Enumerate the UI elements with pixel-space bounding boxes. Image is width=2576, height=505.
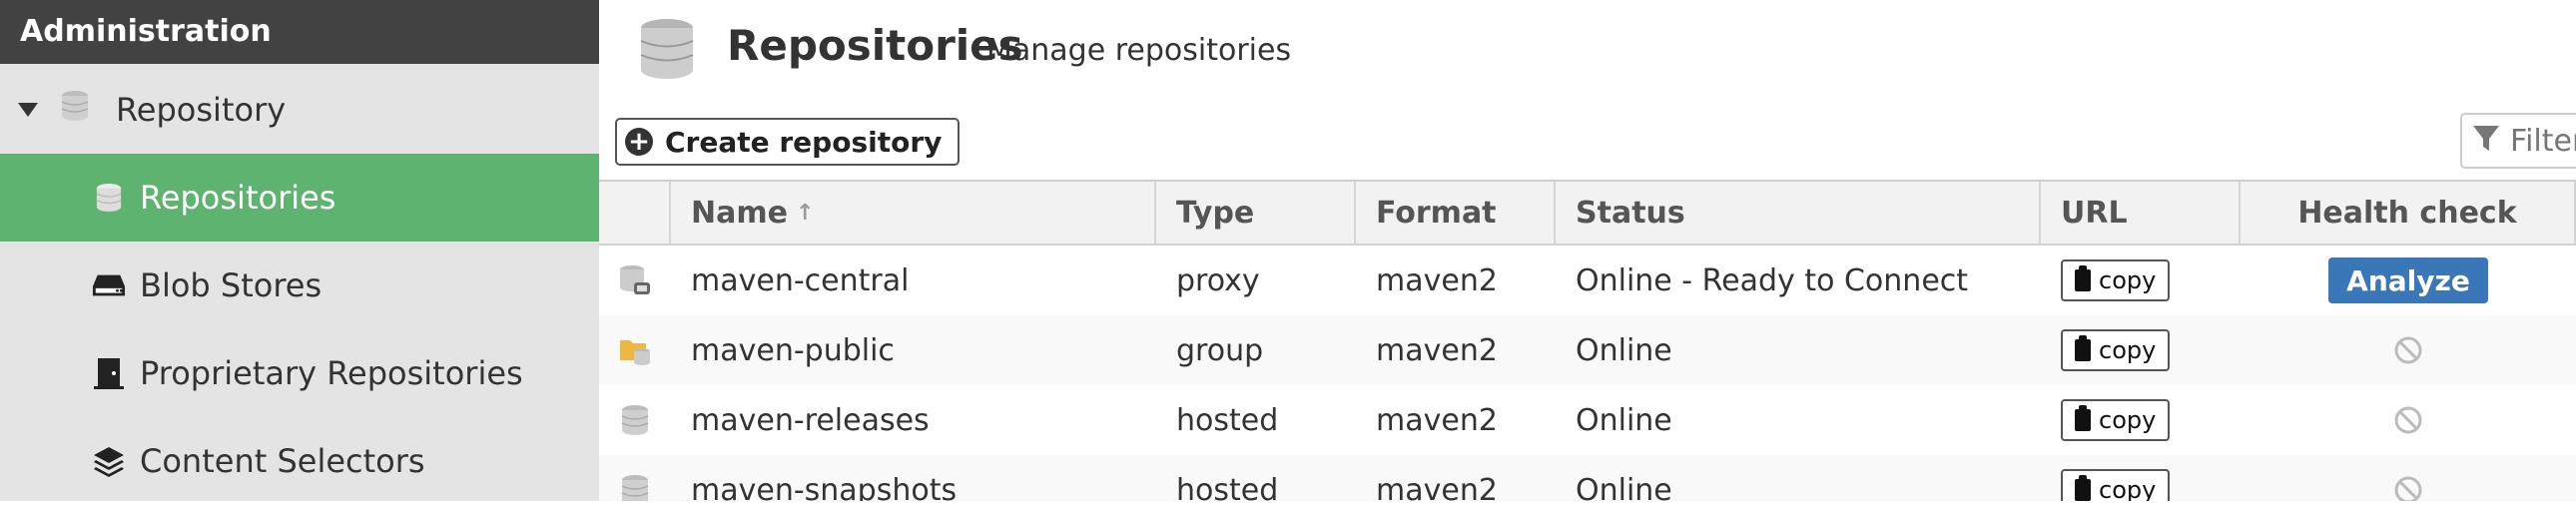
filter-field[interactable]	[2460, 113, 2576, 169]
health-check-cell	[2241, 385, 2576, 455]
column-header-name[interactable]: Name ↑	[671, 182, 1156, 244]
clipboard-icon	[2075, 335, 2091, 361]
column-header-format[interactable]: Format	[1356, 182, 1556, 244]
table-row[interactable]: maven-snapshots hosted maven2 Online cop…	[599, 455, 2576, 501]
filter-icon	[2472, 124, 2500, 158]
table-row[interactable]: maven-public group maven2 Online copy	[599, 315, 2576, 385]
plus-circle-icon: +	[625, 128, 653, 156]
layers-icon	[92, 444, 126, 478]
admin-sidebar: Administration Repository Repositories B…	[0, 0, 599, 501]
sidebar-item-content-selectors[interactable]: Content Selectors	[0, 417, 599, 505]
repo-type: group	[1176, 332, 1264, 368]
caret-down-icon[interactable]	[18, 103, 38, 117]
copy-url-button[interactable]: copy	[2061, 469, 2171, 501]
sidebar-group-repository[interactable]: Repository	[0, 66, 599, 154]
sort-ascending-icon: ↑	[795, 200, 815, 226]
repo-status: Online	[1576, 472, 1672, 502]
url-cell: copy	[2041, 385, 2241, 455]
repo-format: maven2	[1376, 472, 1498, 502]
repo-name: maven-central	[691, 262, 910, 298]
hosted-repo-icon	[599, 385, 671, 455]
analyze-button[interactable]: Analyze	[2328, 257, 2488, 303]
create-repository-button[interactable]: + Create repository	[615, 118, 961, 166]
repo-name: maven-public	[691, 332, 895, 368]
not-available-icon	[2394, 406, 2422, 434]
column-header-status[interactable]: Status	[1556, 182, 2041, 244]
copy-url-button[interactable]: copy	[2061, 329, 2171, 371]
clipboard-icon	[2075, 475, 2091, 501]
copy-url-button[interactable]: copy	[2061, 399, 2171, 441]
repo-format: maven2	[1376, 332, 1498, 368]
sidebar-item-label: Repositories	[140, 179, 336, 217]
column-header-health-check[interactable]: Health check	[2241, 182, 2576, 244]
repo-type: proxy	[1176, 262, 1260, 298]
main-content: Repositories Manage repositories + Creat…	[599, 0, 2576, 501]
page-title: Repositories	[727, 21, 1023, 70]
sidebar-item-label: Content Selectors	[140, 442, 425, 480]
table-row[interactable]: maven-releases hosted maven2 Online copy	[599, 385, 2576, 455]
group-repo-icon	[599, 315, 671, 385]
not-available-icon	[2394, 476, 2422, 501]
copy-url-button[interactable]: copy	[2061, 259, 2171, 301]
database-icon	[60, 90, 90, 130]
door-icon	[92, 356, 126, 390]
sidebar-item-label: Proprietary Repositories	[140, 354, 523, 392]
repo-status: Online - Ready to Connect	[1576, 262, 1969, 298]
hard-drive-icon	[92, 268, 126, 302]
url-cell: copy	[2041, 315, 2241, 385]
sidebar-group-label: Repository	[116, 91, 287, 129]
filter-input[interactable]	[2508, 122, 2576, 160]
sidebar-item-blob-stores[interactable]: Blob Stores	[0, 242, 599, 329]
column-header-url[interactable]: URL	[2041, 182, 2241, 244]
page-subtitle: Manage repositories	[986, 33, 1292, 68]
repo-name: maven-releases	[691, 402, 930, 438]
sidebar-item-label: Blob Stores	[140, 266, 322, 304]
sidebar-item-proprietary-repositories[interactable]: Proprietary Repositories	[0, 329, 599, 417]
database-icon	[639, 18, 695, 84]
sidebar-header: Administration	[0, 0, 599, 64]
clipboard-icon	[2075, 405, 2091, 431]
sidebar-item-repositories[interactable]: Repositories	[0, 154, 599, 242]
create-repository-label: Create repository	[665, 125, 943, 159]
health-check-cell	[2241, 455, 2576, 501]
repo-format: maven2	[1376, 262, 1498, 298]
header-icon-cell	[599, 182, 671, 244]
repo-type: hosted	[1176, 402, 1279, 438]
table-header: Name ↑ Type Format Status URL Health che…	[599, 180, 2576, 246]
not-available-icon	[2394, 336, 2422, 364]
clipboard-icon	[2075, 265, 2091, 291]
repo-name: maven-snapshots	[691, 472, 958, 502]
hosted-repo-icon	[599, 455, 671, 501]
repo-format: maven2	[1376, 402, 1498, 438]
proxy-repo-icon	[599, 246, 671, 315]
health-check-cell: Analyze	[2241, 246, 2576, 315]
table-row[interactable]: maven-central proxy maven2 Online - Read…	[599, 246, 2576, 315]
health-check-cell	[2241, 315, 2576, 385]
database-icon	[92, 181, 126, 215]
repo-status: Online	[1576, 402, 1672, 438]
column-header-type[interactable]: Type	[1156, 182, 1356, 244]
url-cell: copy	[2041, 455, 2241, 501]
repo-type: hosted	[1176, 472, 1279, 502]
repo-status: Online	[1576, 332, 1672, 368]
url-cell: copy	[2041, 246, 2241, 315]
